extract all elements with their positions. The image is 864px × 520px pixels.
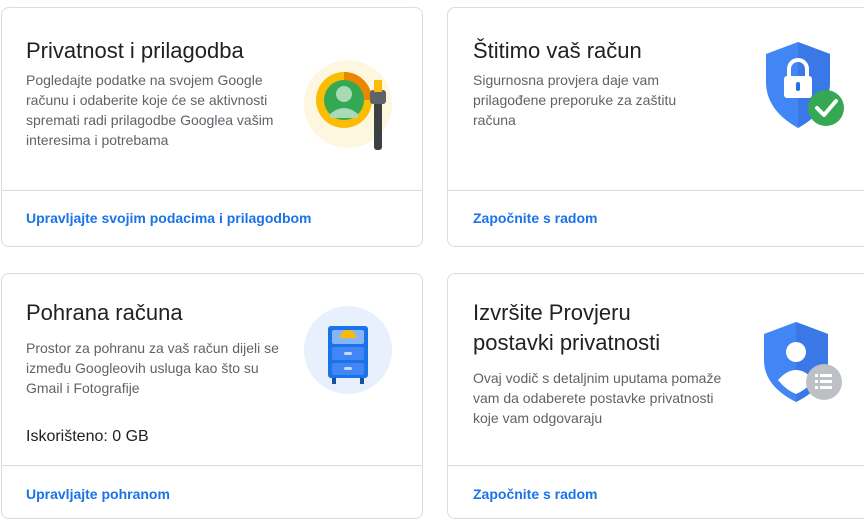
storage-usage: Iskorišteno: 0 GB [26, 428, 149, 445]
manage-data-personalization-link[interactable]: Upravljajte svojim podacima i prilagodbo… [26, 210, 312, 226]
privacy-personalization-card: Privatnost i prilagodba Pogledajte podat… [1, 7, 423, 247]
privacy-checkup-get-started-link[interactable]: Započnite s radom [473, 486, 597, 502]
card-title: Pohrana računa [26, 300, 183, 325]
card-description: Ovaj vodič s detaljnim uputama pomaže va… [473, 370, 722, 426]
security-card: Štitimo vaš račun Sigurnosna provjera da… [447, 7, 864, 247]
card-title: Izvršite Provjeru postavki privatnosti [473, 300, 661, 355]
privacy-personalization-icon [300, 54, 400, 154]
card-divider [2, 465, 422, 466]
shield-lock-check-icon [760, 38, 850, 138]
card-description: Sigurnosna provjera daje vam prilagođene… [473, 72, 677, 128]
storage-card: Pohrana računa Prostor za pohranu za vaš… [1, 273, 423, 519]
card-title: Privatnost i prilagodba [26, 38, 244, 63]
card-divider [448, 190, 864, 191]
privacy-checkup-icon [756, 318, 856, 408]
privacy-checkup-card: Izvršite Provjeru postavki privatnosti O… [447, 273, 864, 519]
card-description: Pogledajte podatke na svojem Google raču… [26, 72, 274, 148]
card-title: Štitimo vaš račun [473, 38, 642, 63]
security-get-started-link[interactable]: Započnite s radom [473, 210, 597, 226]
card-description: Prostor za pohranu za vaš račun dijeli s… [26, 340, 279, 396]
manage-storage-link[interactable]: Upravljajte pohranom [26, 486, 170, 502]
card-divider [2, 190, 422, 191]
storage-cabinet-icon [302, 304, 398, 400]
card-divider [448, 465, 864, 466]
